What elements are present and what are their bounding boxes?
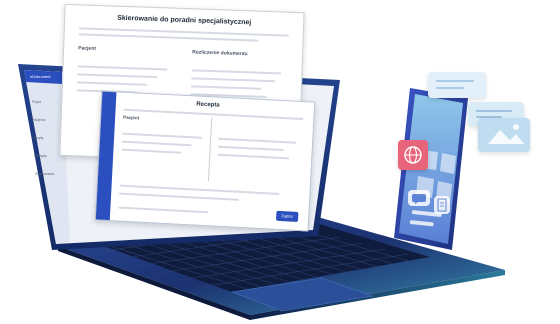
chat-tile[interactable] <box>408 190 430 206</box>
image-card <box>478 118 530 152</box>
message-bubble <box>428 72 486 98</box>
globe-icon <box>404 146 422 164</box>
document-icon <box>437 198 447 212</box>
globe-tile[interactable] <box>398 140 428 170</box>
chat-icon <box>412 194 426 204</box>
image-icon <box>488 124 524 144</box>
smartphone <box>394 88 468 250</box>
document-tile[interactable] <box>434 196 450 214</box>
illustration: eDokument Pulpit Pacjenci Wizyty Recepty… <box>0 0 560 324</box>
